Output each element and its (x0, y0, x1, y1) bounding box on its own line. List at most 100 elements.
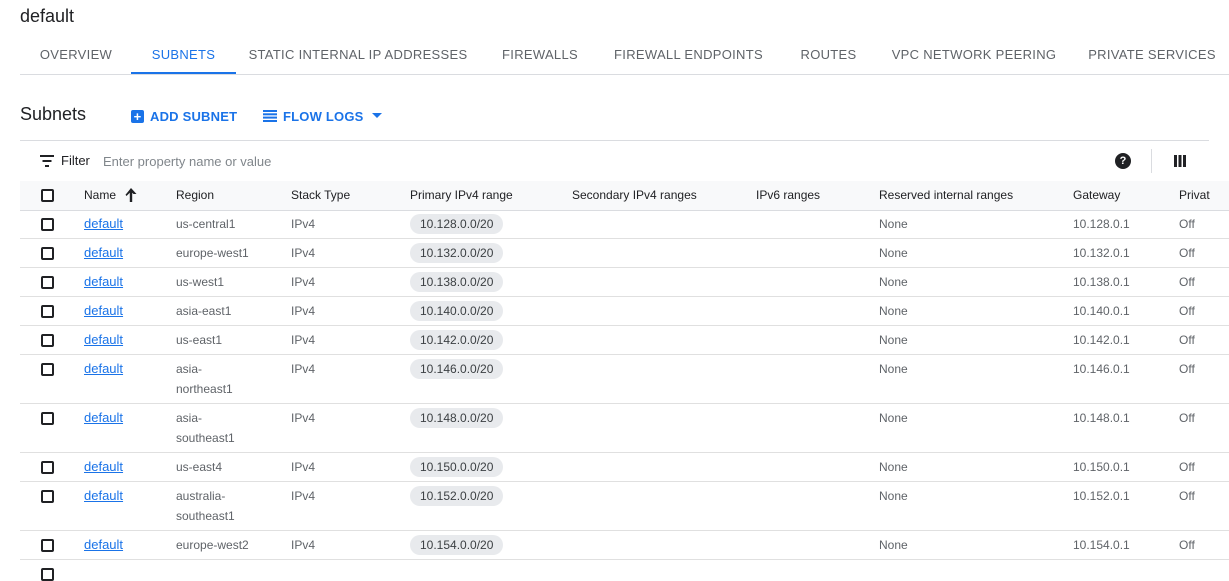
reserved-cell: None (879, 217, 908, 231)
private-access-cell: Off (1179, 275, 1195, 289)
stack-cell: IPv4 (291, 304, 316, 318)
filter-bar: Filter ? (20, 140, 1209, 182)
header-stack-type[interactable]: Stack Type (291, 188, 350, 202)
select-all-checkbox[interactable] (41, 189, 54, 202)
header-private[interactable]: Privat (1179, 188, 1210, 202)
reserved-cell: None (879, 333, 908, 347)
table-row: default asia- southeast1 IPv4 10.148.0.0… (20, 404, 1229, 453)
private-access-cell: Off (1179, 217, 1195, 231)
tab-vpc-network-peering[interactable]: VPC NETWORK PEERING (890, 40, 1058, 73)
region-cell: us-central1 (176, 217, 236, 231)
flow-logs-label: FLOW LOGS (283, 108, 364, 124)
tab-overview[interactable]: OVERVIEW (20, 40, 132, 73)
header-region[interactable]: Region (176, 188, 214, 202)
header-gateway[interactable]: Gateway (1073, 188, 1120, 202)
table-row: default australia- southeast1 IPv4 10.15… (20, 482, 1229, 531)
toolbar-divider (1151, 149, 1152, 173)
subnet-name-link[interactable]: default (84, 537, 123, 552)
region-line: australia- (176, 489, 226, 503)
row-checkbox[interactable] (41, 334, 54, 347)
subnet-name-link[interactable]: default (84, 410, 123, 425)
tab-private-services[interactable]: PRIVATE SERVICES (1084, 40, 1220, 73)
table-header-row: Name Region Stack Type Primary IPv4 rang… (20, 181, 1229, 211)
section-title: Subnets (20, 104, 87, 124)
reserved-cell: None (879, 246, 908, 260)
help-circle-icon[interactable]: ? (1115, 153, 1131, 169)
subnet-name-link[interactable]: default (84, 245, 123, 260)
subnet-name-link[interactable]: default (84, 361, 123, 376)
row-checkbox[interactable] (41, 276, 54, 289)
stack-cell: IPv4 (291, 362, 316, 376)
header-primary-range[interactable]: Primary IPv4 range (410, 188, 513, 202)
gateway-cell: 10.152.0.1 (1073, 489, 1130, 503)
private-access-cell: Off (1179, 333, 1195, 347)
region-cell: us-east1 (176, 333, 223, 347)
primary-range-chip: 10.128.0.0/20 (410, 214, 504, 234)
stack-cell: IPv4 (291, 275, 316, 289)
subnet-name-link[interactable]: default (84, 332, 123, 347)
header-secondary-ranges[interactable]: Secondary IPv4 ranges (572, 188, 697, 202)
table-row: default us-east1 IPv4 10.142.0.0/20 None… (20, 326, 1229, 355)
region-line: asia- (176, 362, 203, 376)
reserved-cell: None (879, 275, 908, 289)
private-access-cell: Off (1179, 489, 1195, 503)
stack-cell: IPv4 (291, 411, 316, 425)
region-line: asia- (176, 411, 203, 425)
tab-firewall-endpoints[interactable]: FIREWALL ENDPOINTS (610, 40, 767, 73)
row-checkbox[interactable] (41, 363, 54, 376)
list-lines-icon (263, 110, 277, 122)
stack-cell: IPv4 (291, 538, 316, 552)
stack-cell: IPv4 (291, 489, 316, 503)
subnet-name-link[interactable]: default (84, 488, 123, 503)
row-checkbox[interactable] (41, 305, 54, 318)
table-row: default us-east4 IPv4 10.150.0.0/20 None… (20, 453, 1229, 482)
private-access-cell: Off (1179, 411, 1195, 425)
table-row: default europe-west1 IPv4 10.132.0.0/20 … (20, 239, 1229, 268)
private-access-cell: Off (1179, 460, 1195, 474)
filter-input[interactable] (103, 151, 703, 171)
header-name[interactable]: Name (84, 188, 116, 202)
row-checkbox[interactable] (41, 568, 54, 581)
gateway-cell: 10.128.0.1 (1073, 217, 1130, 231)
subnet-name-link[interactable]: default (84, 303, 123, 318)
primary-range-chip: 10.132.0.0/20 (410, 243, 504, 263)
header-ipv6-ranges[interactable]: IPv6 ranges (756, 188, 820, 202)
arrow-up-icon[interactable] (124, 187, 138, 203)
row-checkbox[interactable] (41, 218, 54, 231)
stack-cell: IPv4 (291, 460, 316, 474)
reserved-cell: None (879, 411, 908, 425)
header-reserved-ranges[interactable]: Reserved internal ranges (879, 188, 1013, 202)
table-row: default us-west1 IPv4 10.138.0.0/20 None… (20, 268, 1229, 297)
table-row: default europe-west2 IPv4 10.154.0.0/20 … (20, 531, 1229, 560)
reserved-cell: None (879, 489, 908, 503)
tab-subnets[interactable]: SUBNETS (131, 40, 236, 74)
tab-firewalls[interactable]: FIREWALLS (492, 40, 588, 73)
gateway-cell: 10.132.0.1 (1073, 246, 1130, 260)
tab-routes[interactable]: ROUTES (791, 40, 866, 73)
table-row: default asia-east1 IPv4 10.140.0.0/20 No… (20, 297, 1229, 326)
subnet-name-link[interactable]: default (84, 459, 123, 474)
row-checkbox[interactable] (41, 412, 54, 425)
primary-range-chip: 10.150.0.0/20 (410, 457, 504, 477)
row-checkbox[interactable] (41, 490, 54, 503)
region-cell: asia- southeast1 (176, 408, 235, 448)
gateway-cell: 10.140.0.1 (1073, 304, 1130, 318)
row-checkbox[interactable] (41, 247, 54, 260)
primary-range-chip: 10.146.0.0/20 (410, 359, 504, 379)
private-access-cell: Off (1179, 362, 1195, 376)
row-checkbox[interactable] (41, 461, 54, 474)
add-subnet-button[interactable]: + ADD SUBNET (131, 106, 237, 126)
reserved-cell: None (879, 538, 908, 552)
subnet-name-link[interactable]: default (84, 216, 123, 231)
add-subnet-label: ADD SUBNET (150, 108, 238, 124)
flow-logs-button[interactable]: FLOW LOGS (263, 106, 382, 126)
subnet-name-link[interactable]: default (84, 274, 123, 289)
region-cell: us-west1 (176, 275, 225, 289)
primary-range-chip: 10.142.0.0/20 (410, 330, 504, 350)
gateway-cell: 10.150.0.1 (1073, 460, 1130, 474)
row-checkbox[interactable] (41, 539, 54, 552)
table-row: default asia- northeast1 IPv4 10.146.0.0… (20, 355, 1229, 404)
tab-static-internal-ip-addresses[interactable]: STATIC INTERNAL IP ADDRESSES (247, 40, 469, 73)
region-cell: us-east4 (176, 460, 223, 474)
column-display-icon[interactable] (1174, 155, 1186, 167)
